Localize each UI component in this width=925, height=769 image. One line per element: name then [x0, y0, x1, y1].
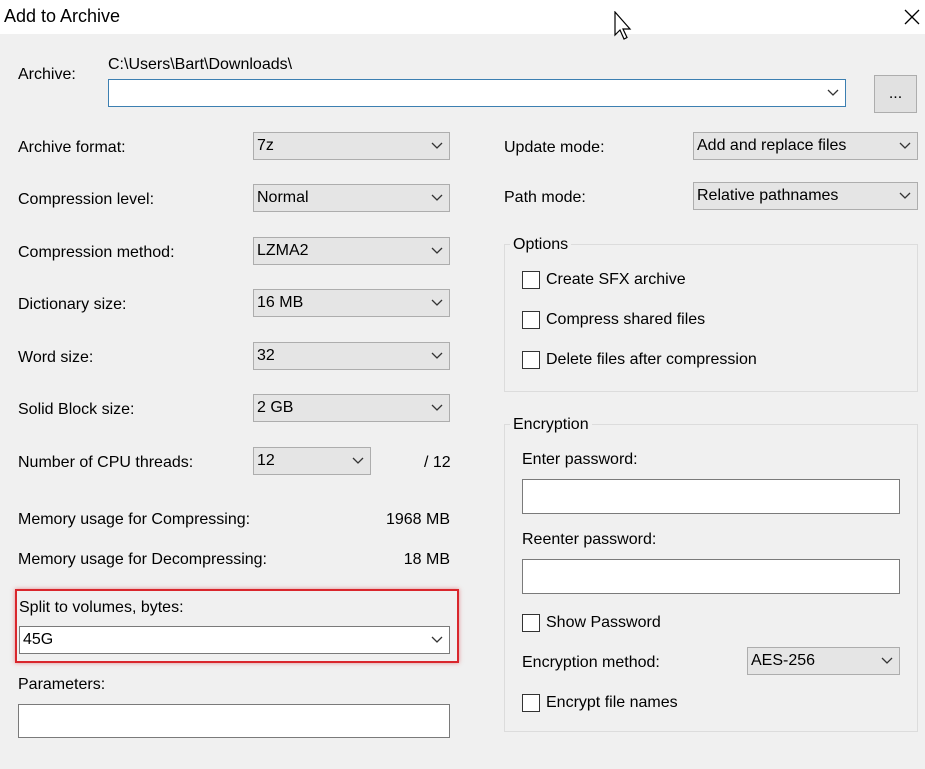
- encryption-method-select[interactable]: AES-256: [747, 647, 900, 675]
- path-mode-label: Path mode:: [504, 189, 586, 206]
- archive-path: C:\Users\Bart\Downloads\: [108, 56, 293, 73]
- archive-label: Archive:: [18, 66, 76, 83]
- dictionary-size-select[interactable]: 16 MB: [253, 289, 450, 317]
- create-sfx-label: Create SFX archive: [546, 271, 686, 288]
- memory-decompress-value: 18 MB: [403, 551, 450, 568]
- checkbox-box: [522, 614, 540, 632]
- split-volumes-label: Split to volumes, bytes:: [19, 599, 184, 616]
- path-mode-value: Relative pathnames: [697, 187, 839, 204]
- chevron-down-icon: [431, 352, 443, 359]
- compress-shared-checkbox[interactable]: Compress shared files: [522, 311, 705, 329]
- dictionary-size-label: Dictionary size:: [18, 296, 127, 313]
- solid-block-size-select[interactable]: 2 GB: [253, 394, 450, 422]
- checkbox-box: [522, 694, 540, 712]
- chevron-down-icon: [431, 636, 443, 643]
- chevron-down-icon: [431, 299, 443, 306]
- chevron-down-icon: [431, 404, 443, 411]
- archive-format-label: Archive format:: [18, 139, 126, 156]
- update-mode-select[interactable]: Add and replace files: [693, 132, 918, 160]
- compression-level-select[interactable]: Normal: [253, 184, 450, 212]
- enter-password-input[interactable]: [522, 479, 900, 514]
- parameters-input[interactable]: [18, 704, 450, 738]
- window-title: Add to Archive: [4, 6, 121, 26]
- reenter-password-input[interactable]: [522, 559, 900, 594]
- encryption-group-title: Encryption: [510, 416, 592, 434]
- archive-format-select[interactable]: 7z: [253, 132, 450, 160]
- chevron-down-icon: [899, 142, 911, 149]
- word-size-value: 32: [257, 347, 275, 364]
- chevron-down-icon: [431, 194, 443, 201]
- encryption-method-value: AES-256: [751, 652, 816, 669]
- chevron-down-icon: [352, 457, 364, 464]
- update-mode-value: Add and replace files: [697, 137, 847, 154]
- archive-format-value: 7z: [257, 137, 274, 154]
- memory-decompress-label: Memory usage for Decompressing:: [18, 551, 267, 568]
- chevron-down-icon: [881, 657, 893, 664]
- solid-block-size-value: 2 GB: [257, 399, 294, 416]
- delete-after-checkbox[interactable]: Delete files after compression: [522, 351, 757, 369]
- title-bar: Add to Archive: [0, 0, 925, 40]
- encrypt-names-checkbox[interactable]: Encrypt file names: [522, 694, 678, 712]
- checkbox-box: [522, 351, 540, 369]
- cpu-threads-max: / 12: [424, 454, 451, 471]
- encryption-method-label: Encryption method:: [522, 654, 660, 671]
- cpu-threads-label: Number of CPU threads:: [18, 454, 194, 471]
- word-size-label: Word size:: [18, 349, 94, 366]
- cpu-threads-value: 12: [257, 452, 275, 469]
- solid-block-size-label: Solid Block size:: [18, 401, 135, 418]
- compression-level-value: Normal: [257, 189, 309, 206]
- dictionary-size-value: 16 MB: [257, 294, 304, 311]
- create-sfx-checkbox[interactable]: Create SFX archive: [522, 271, 686, 289]
- checkbox-box: [522, 271, 540, 289]
- reenter-password-label: Reenter password:: [522, 531, 657, 548]
- chevron-down-icon: [431, 247, 443, 254]
- show-password-checkbox[interactable]: Show Password: [522, 614, 661, 632]
- delete-after-label: Delete files after compression: [546, 351, 757, 368]
- close-button[interactable]: [899, 4, 925, 30]
- cpu-threads-select[interactable]: 12: [253, 447, 371, 475]
- checkbox-box: [522, 311, 540, 329]
- compression-method-select[interactable]: LZMA2: [253, 237, 450, 265]
- browse-button[interactable]: ...: [874, 75, 917, 113]
- word-size-select[interactable]: 32: [253, 342, 450, 370]
- close-icon: [904, 9, 920, 25]
- archive-name-combo[interactable]: [108, 79, 846, 107]
- enter-password-label: Enter password:: [522, 451, 638, 468]
- parameters-label: Parameters:: [18, 676, 106, 693]
- path-mode-select[interactable]: Relative pathnames: [693, 182, 918, 210]
- memory-compress-value: 1968 MB: [385, 511, 450, 528]
- compression-method-value: LZMA2: [257, 242, 309, 259]
- compression-level-label: Compression level:: [18, 191, 155, 208]
- options-group-title: Options: [510, 236, 572, 254]
- update-mode-label: Update mode:: [504, 139, 605, 156]
- encrypt-names-label: Encrypt file names: [546, 694, 678, 711]
- chevron-down-icon: [899, 192, 911, 199]
- memory-compress-label: Memory usage for Compressing:: [18, 511, 251, 528]
- chevron-down-icon: [827, 89, 839, 96]
- compress-shared-label: Compress shared files: [546, 311, 706, 328]
- chevron-down-icon: [431, 142, 443, 149]
- split-volumes-combo[interactable]: 45G: [19, 626, 450, 654]
- compression-method-label: Compression method:: [18, 244, 175, 261]
- split-volumes-value: 45G: [23, 631, 54, 648]
- mouse-cursor-icon: [614, 11, 632, 40]
- show-password-label: Show Password: [546, 614, 661, 631]
